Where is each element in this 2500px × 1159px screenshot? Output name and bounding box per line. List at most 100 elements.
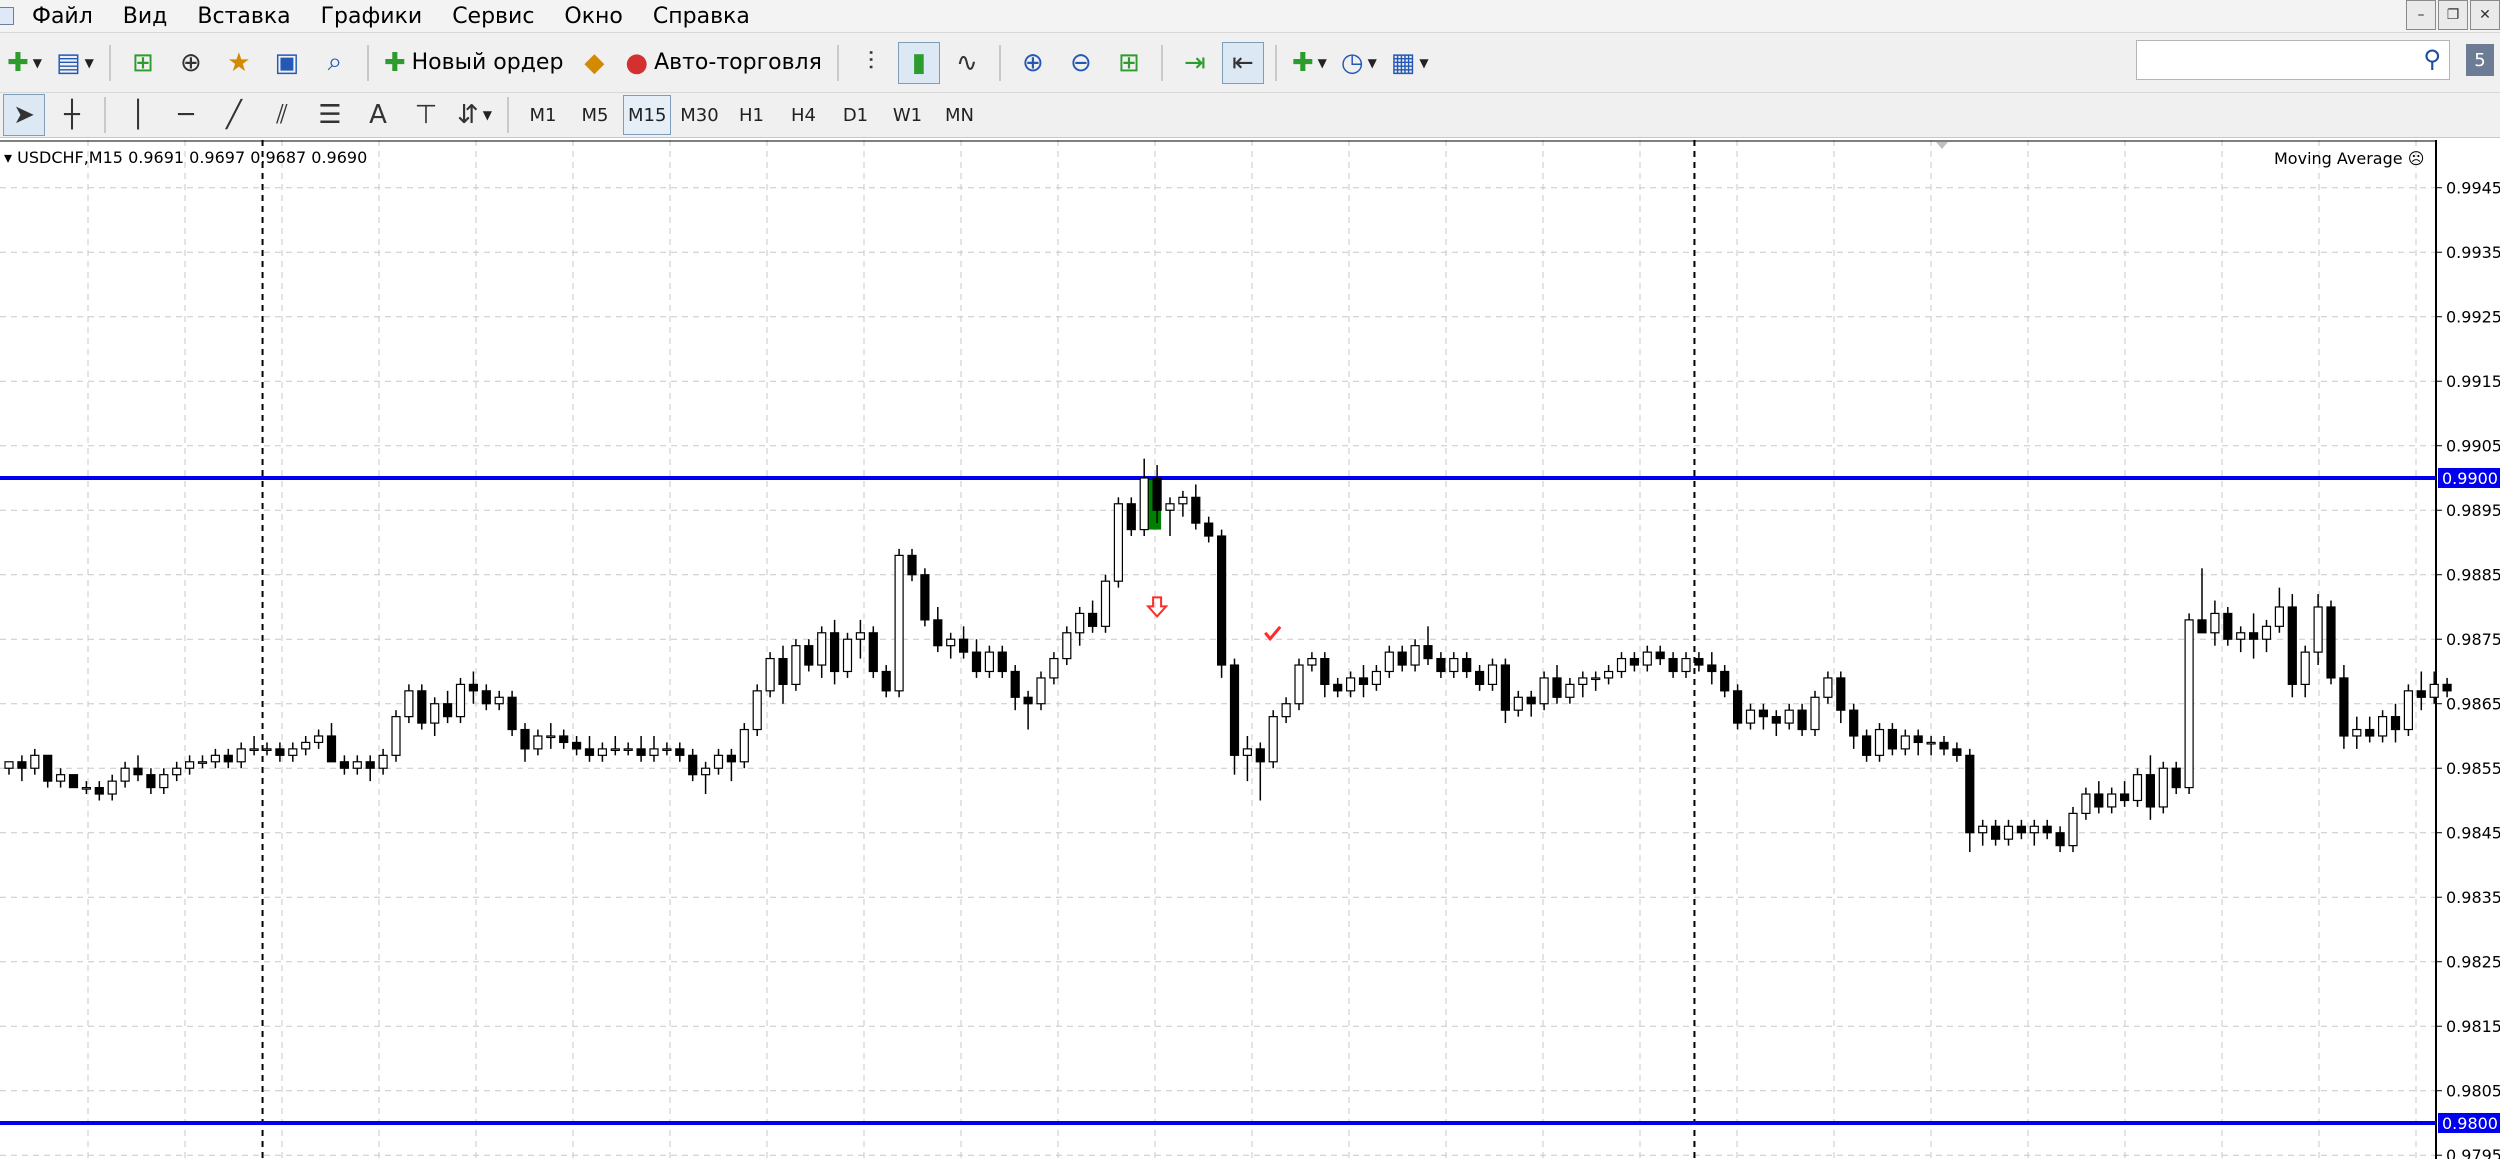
y-axis-tick-label: 0.9945 bbox=[2446, 179, 2500, 198]
chart-shift-button[interactable]: ⇤ bbox=[1221, 41, 1264, 84]
menu-insert[interactable]: Вставка bbox=[197, 4, 290, 29]
candle-bullish bbox=[662, 748, 672, 751]
horizontal-line-button[interactable]: ─ bbox=[165, 94, 207, 136]
candle-bearish bbox=[1087, 612, 1098, 627]
timeframe-h4[interactable]: H4 bbox=[779, 95, 827, 135]
autotrading-button[interactable]: ● Авто-торговля bbox=[621, 42, 825, 84]
candlestick-chart-button[interactable]: ▮ bbox=[897, 41, 940, 84]
candle-bullish bbox=[1591, 677, 1601, 681]
candle-bullish bbox=[210, 754, 220, 763]
candle-bullish bbox=[597, 748, 608, 756]
candle-bullish bbox=[1062, 632, 1072, 660]
metaeditor-button[interactable]: ◆ bbox=[573, 42, 615, 84]
price-chart[interactable]: 0.9945 0.9935 0.9925 0.9915 0.9905 0.9895 0.98… bbox=[0, 140, 2500, 1159]
candle-bearish bbox=[571, 741, 582, 750]
zoom-out-icon: ⊖ bbox=[1069, 47, 1092, 78]
menu-charts[interactable]: Графики bbox=[321, 4, 423, 29]
cursor-arrow-icon: ➤ bbox=[13, 100, 35, 130]
zoom-in-button[interactable]: ⊕ bbox=[1012, 42, 1054, 84]
candle-bullish bbox=[1487, 664, 1498, 685]
timeframe-m5[interactable]: M5 bbox=[571, 95, 619, 135]
cursor-button[interactable]: ➤ bbox=[3, 94, 45, 136]
terminal-button[interactable]: ▣ bbox=[266, 42, 308, 84]
timeframe-mn[interactable]: MN bbox=[935, 95, 983, 135]
new-chart-button[interactable]: ✚ ▼ bbox=[3, 42, 46, 84]
text-button[interactable]: A bbox=[357, 94, 399, 136]
candle-bullish bbox=[842, 638, 853, 673]
trendline-button[interactable]: ╱ bbox=[213, 94, 255, 136]
candle-bullish bbox=[1745, 709, 1756, 724]
toolbar-separator bbox=[104, 97, 106, 133]
timeframe-m30[interactable]: M30 bbox=[675, 95, 723, 135]
notification-badge[interactable]: 5 bbox=[2466, 44, 2494, 76]
candle-bearish bbox=[868, 632, 878, 673]
equidistant-channel-button[interactable]: ⫽ bbox=[261, 94, 303, 136]
new-order-button[interactable]: ✚ Новый ордер bbox=[380, 42, 568, 84]
vertical-line-button[interactable]: │ bbox=[117, 94, 159, 136]
arrows-icon: ⇵ bbox=[457, 100, 479, 130]
indicators-button[interactable]: ✚ ▼ bbox=[1288, 42, 1331, 84]
zoom-out-button[interactable]: ⊖ bbox=[1060, 42, 1102, 84]
bar-chart-button[interactable]: ⫶ bbox=[850, 42, 892, 84]
candle-bearish bbox=[468, 683, 478, 692]
star-icon: ★ bbox=[227, 47, 251, 78]
crosshair-button[interactable]: ┼ bbox=[51, 94, 93, 136]
candle-bullish bbox=[1642, 651, 1652, 666]
strategy-tester-button[interactable]: ⌕ bbox=[314, 42, 356, 84]
chevron-down-icon: ▼ bbox=[1367, 55, 1377, 70]
candle-bullish bbox=[623, 748, 633, 751]
line-chart-icon: ∿ bbox=[955, 47, 978, 78]
menu-window[interactable]: Окно bbox=[564, 4, 622, 29]
candle-bullish bbox=[2378, 716, 2388, 737]
restore-button[interactable]: ❐ bbox=[2438, 0, 2468, 30]
timeframe-w1[interactable]: W1 bbox=[883, 95, 931, 135]
candle-bullish bbox=[2261, 625, 2272, 640]
candle-bearish bbox=[2120, 793, 2130, 802]
app-icon[interactable] bbox=[0, 7, 14, 25]
favorites-button[interactable]: ★ bbox=[218, 42, 260, 84]
timeframe-d1[interactable]: D1 bbox=[831, 95, 879, 135]
text-label-button[interactable]: ⊤ bbox=[405, 94, 447, 136]
candle-bullish bbox=[1281, 703, 1291, 718]
candle-bearish bbox=[2055, 832, 2065, 847]
candle-bearish bbox=[1255, 748, 1265, 763]
menu-tools[interactable]: Сервис bbox=[452, 4, 534, 29]
arrows-button[interactable]: ⇵ ▼ bbox=[453, 94, 496, 136]
menu-view[interactable]: Вид bbox=[123, 4, 168, 29]
candle-bullish bbox=[2184, 619, 2194, 789]
timeframe-m1[interactable]: M1 bbox=[519, 95, 567, 135]
search-icon[interactable]: ⚲ bbox=[2423, 45, 2441, 73]
candle-bullish bbox=[2158, 767, 2168, 808]
candle-bullish bbox=[1926, 741, 1936, 745]
minimize-button[interactable]: – bbox=[2406, 0, 2436, 30]
indicators-icon: ✚ bbox=[1291, 47, 1314, 78]
candle-bullish bbox=[2274, 606, 2284, 627]
line-chart-button[interactable]: ∿ bbox=[946, 42, 988, 84]
navigator-button[interactable]: ⊕ bbox=[170, 42, 212, 84]
candle-bullish bbox=[1049, 657, 1059, 679]
autotrading-stop-icon: ● bbox=[625, 47, 649, 78]
trendline-icon: ╱ bbox=[226, 100, 242, 130]
candle-bullish bbox=[1565, 683, 1575, 698]
profiles-button[interactable]: ▤ ▼ bbox=[52, 42, 98, 84]
search-input[interactable]: ⚲ bbox=[2136, 40, 2450, 80]
autoscroll-button[interactable]: ⇥ bbox=[1174, 42, 1216, 84]
market-watch-button[interactable]: ⊞ bbox=[122, 42, 164, 84]
candle-bullish bbox=[946, 638, 956, 647]
indicator-label[interactable]: Moving Average ☹ bbox=[2274, 149, 2424, 168]
timeframe-m15[interactable]: M15 bbox=[623, 95, 672, 135]
y-axis-tick-label: 0.9885 bbox=[2446, 566, 2500, 585]
candle-bearish bbox=[94, 786, 104, 795]
candle-bullish bbox=[2107, 793, 2117, 808]
candle-bearish bbox=[1229, 664, 1240, 756]
close-button[interactable]: ✕ bbox=[2470, 0, 2500, 30]
fibonacci-button[interactable]: ☰ bbox=[309, 94, 351, 136]
candle-bullish bbox=[1075, 612, 1085, 634]
tile-windows-button[interactable]: ⊞ bbox=[1108, 42, 1150, 84]
menu-file[interactable]: Файл bbox=[32, 4, 93, 29]
templates-button[interactable]: ▦ ▼ bbox=[1387, 42, 1433, 84]
timeframe-h1[interactable]: H1 bbox=[727, 95, 775, 135]
menu-help[interactable]: Справка bbox=[653, 4, 750, 29]
periods-button[interactable]: ◷ ▼ bbox=[1337, 42, 1381, 84]
candle-bearish bbox=[1939, 741, 1949, 750]
